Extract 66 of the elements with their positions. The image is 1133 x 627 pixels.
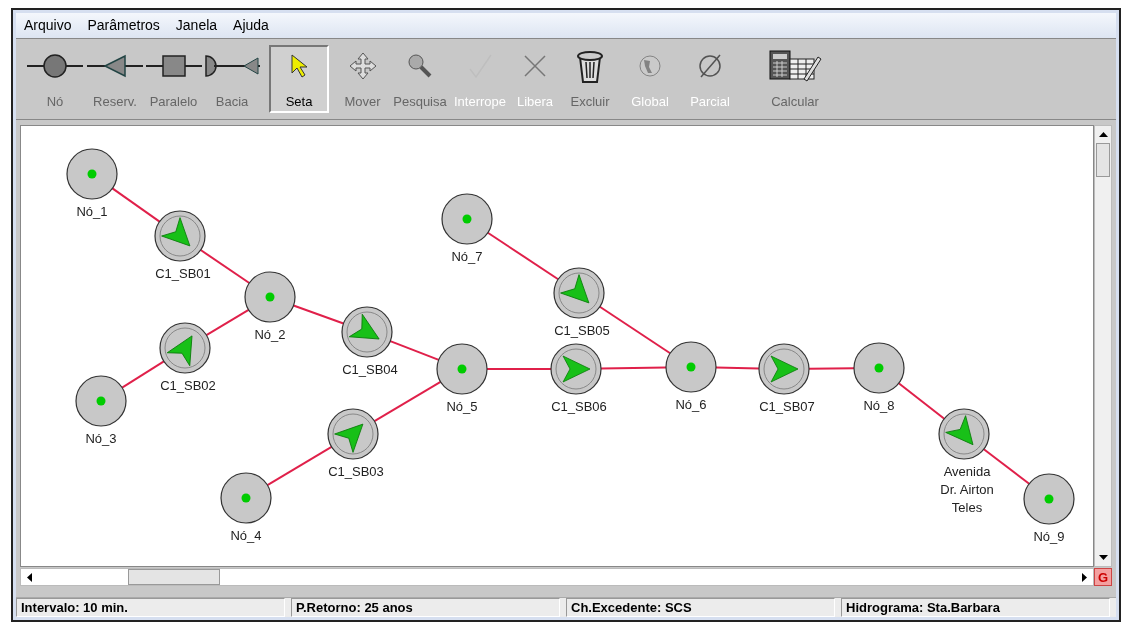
connector-line [808, 367, 855, 370]
node-icon[interactable] [665, 341, 717, 393]
tool-button[interactable]: Paralelo [146, 45, 201, 113]
node-icon[interactable] [853, 342, 905, 394]
menu-item[interactable]: Arquivo [24, 15, 72, 36]
node-icon[interactable] [441, 193, 493, 245]
node-label: C1_SB03 [328, 464, 384, 479]
node-label: Nó_2 [254, 327, 286, 342]
node-label: C1_SB05 [554, 323, 610, 338]
node-label: Nó_9 [1033, 529, 1065, 544]
node-label: Nó_1 [76, 204, 108, 219]
node-label: C1_SB02 [160, 378, 216, 393]
connector-line [389, 340, 440, 361]
node-icon[interactable] [220, 472, 272, 524]
basin-node-icon[interactable] [327, 408, 379, 460]
vertical-scrollbar[interactable] [1094, 125, 1112, 567]
node-label: Avenida Dr. Airton Teles [940, 464, 994, 515]
basin-node-icon[interactable] [938, 408, 990, 460]
status-field: P.Retorno: 25 anos [291, 598, 560, 617]
basin-node-icon[interactable] [341, 306, 393, 358]
tool-button[interactable]: Seta [269, 45, 329, 113]
status-field: Hidrograma: Sta.Barbara [841, 598, 1110, 617]
node-icon[interactable] [244, 271, 296, 323]
node-label: Nó_4 [230, 528, 262, 543]
node-label: Nó_6 [675, 397, 707, 412]
connector-line [715, 366, 760, 370]
basin-node-icon[interactable] [758, 343, 810, 395]
connector-line [292, 304, 345, 325]
menu-item[interactable]: Janela [175, 15, 218, 36]
node-icon[interactable] [1023, 473, 1075, 525]
connector-line [373, 380, 442, 423]
tool-button[interactable]: Pesquisa [390, 45, 450, 113]
connector-line [205, 308, 250, 337]
node-label: Nó_8 [863, 398, 895, 413]
node-label: C1_SB04 [342, 362, 398, 377]
status-field: Intervalo: 10 min. [16, 598, 285, 617]
tool-button[interactable]: Calcular [740, 45, 850, 113]
menu-item[interactable]: Parâmetros [87, 15, 160, 36]
node-icon[interactable] [66, 148, 118, 200]
node-icon[interactable] [75, 375, 127, 427]
horizontal-scrollbar[interactable] [20, 568, 1094, 586]
tool-button[interactable]: Excluir [560, 45, 620, 113]
basin-node-icon[interactable] [154, 210, 206, 262]
node-label: C1_SB01 [155, 266, 211, 281]
connector-line [600, 366, 667, 370]
node-label: Nó_5 [446, 399, 478, 414]
node-label: C1_SB07 [759, 399, 815, 414]
node-icon[interactable] [436, 343, 488, 395]
basin-node-icon[interactable] [553, 267, 605, 319]
scroll-thumb[interactable] [1096, 143, 1110, 177]
basin-node-icon[interactable] [159, 322, 211, 374]
connector-line [111, 187, 161, 223]
menu-item[interactable]: Ajuda [233, 15, 269, 36]
node-label: Nó_3 [85, 431, 117, 446]
tool-button[interactable]: Nó [26, 45, 84, 113]
scroll-thumb[interactable] [128, 569, 220, 585]
status-field: Ch.Excedente: SCS [566, 598, 835, 617]
connector-line [486, 368, 552, 370]
basin-node-icon[interactable] [550, 343, 602, 395]
connector-line [897, 382, 946, 420]
g-button[interactable]: G [1094, 568, 1112, 586]
tool-button[interactable]: Reserv. [84, 45, 146, 113]
node-label: Nó_7 [451, 249, 483, 264]
tool-button[interactable]: Bacia [201, 45, 263, 113]
node-label: C1_SB06 [551, 399, 607, 414]
tool-button[interactable]: Mover [335, 45, 390, 113]
